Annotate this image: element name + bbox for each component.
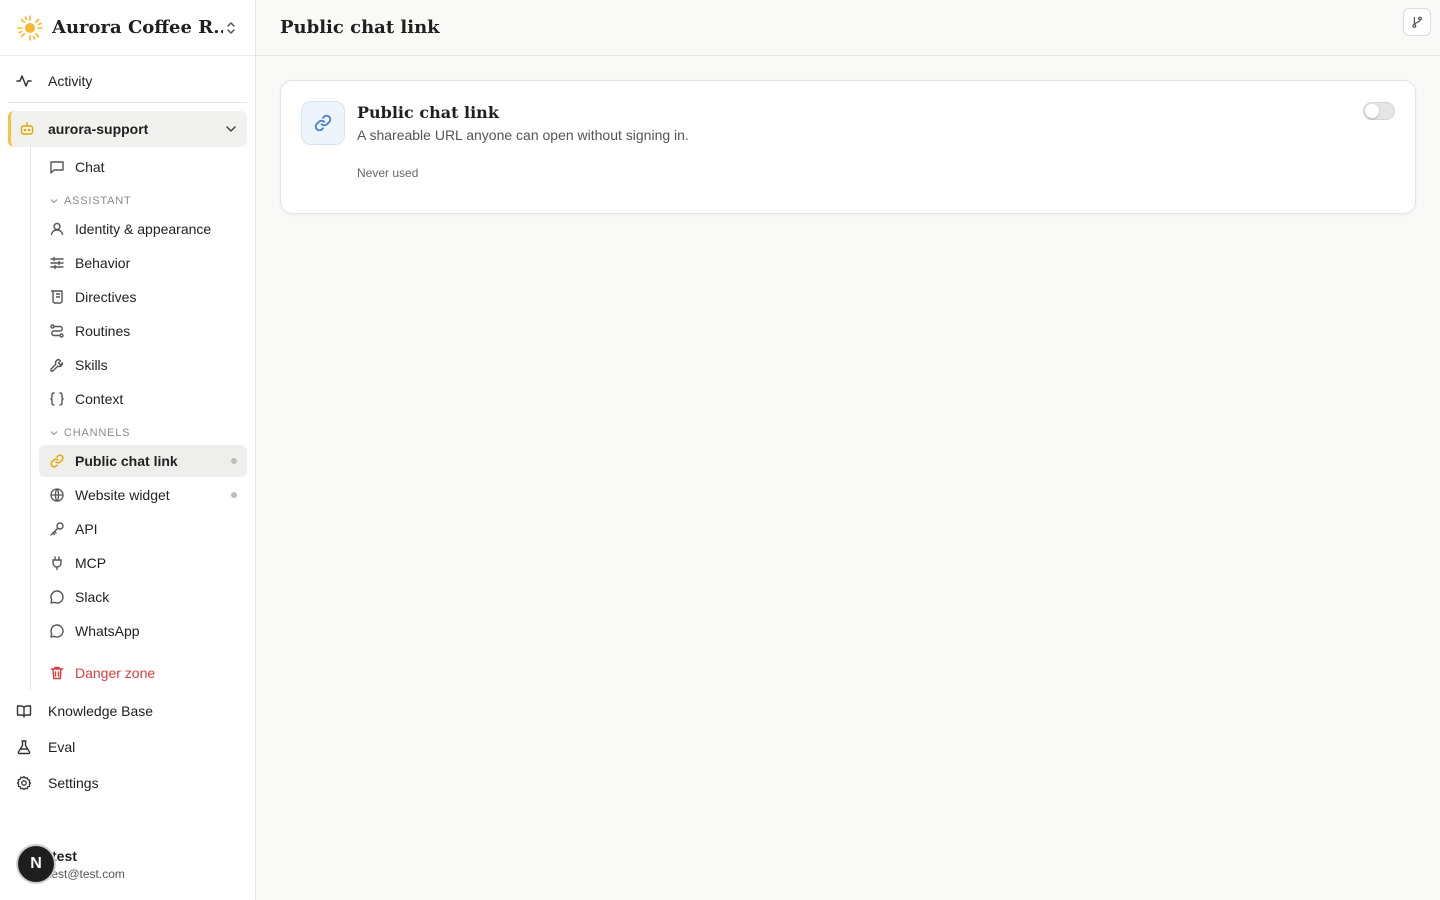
nav-routines-label: Routines [75, 323, 131, 339]
flask-icon [16, 739, 32, 755]
message-circle-icon [49, 623, 65, 639]
toggle-knob [1365, 104, 1379, 118]
git-branch-button[interactable] [1403, 8, 1431, 36]
nav-eval-label: Eval [48, 739, 76, 755]
chevron-down-icon [49, 196, 59, 206]
braces-icon [49, 391, 65, 407]
link-icon [49, 453, 65, 469]
trash-icon [49, 665, 65, 681]
globe-icon [49, 487, 65, 503]
status-dot [231, 458, 237, 464]
chevron-down-icon [49, 428, 59, 438]
usage-status: Never used [357, 166, 419, 180]
user-icon [49, 221, 65, 237]
nav-public-chat-link[interactable]: Public chat link [39, 445, 247, 477]
nav-mcp-label: MCP [75, 555, 107, 571]
nav-context[interactable]: Context [39, 383, 247, 415]
nav-skills-label: Skills [75, 357, 108, 373]
nav-api-label: API [75, 521, 98, 537]
nav-knowledge-base-label: Knowledge Base [48, 703, 154, 719]
nav-directives-label: Directives [75, 289, 137, 305]
status-dot [231, 492, 237, 498]
project-name: aurora-support [48, 121, 149, 137]
activity-icon [16, 73, 32, 89]
git-branch-icon [1410, 15, 1424, 29]
chevron-down-icon[interactable] [223, 121, 239, 137]
nav-settings-label: Settings [48, 775, 99, 791]
link-icon [301, 101, 345, 145]
nav-identity-appearance[interactable]: Identity & appearance [39, 213, 247, 245]
section-assistant-label: ASSISTANT [64, 195, 132, 207]
scroll-icon [49, 289, 65, 305]
key-icon [49, 521, 65, 537]
section-assistant[interactable]: ASSISTANT [39, 189, 247, 213]
user-info: test test@test.com [48, 848, 125, 881]
user-profile[interactable]: N test test@test.com [16, 844, 125, 884]
nav-skills[interactable]: Skills [39, 349, 247, 381]
nav-routines[interactable]: Routines [39, 315, 247, 347]
card-description: A shareable URL anyone can open without … [357, 127, 689, 143]
nav-public-chat-link-label: Public chat link [75, 453, 178, 469]
org-name: Aurora Coffee R... [52, 17, 223, 38]
page-title: Public chat link [280, 17, 440, 38]
route-icon [49, 323, 65, 339]
project-subtree: Chat ASSISTANT Identity & appearance Beh… [30, 147, 247, 689]
nav-api[interactable]: API [39, 513, 247, 545]
user-name: test [52, 847, 77, 864]
card-title: Public chat link [357, 103, 499, 122]
public-chat-link-card: Public chat link A shareable URL anyone … [280, 80, 1416, 214]
nav-mcp[interactable]: MCP [39, 547, 247, 579]
nav-settings[interactable]: Settings [8, 765, 247, 801]
main-header: Public chat link [256, 0, 1440, 56]
bot-icon [19, 121, 35, 137]
nav-danger-zone-label: Danger zone [75, 665, 156, 681]
nav-behavior-label: Behavior [75, 255, 131, 271]
nav-whatsapp-label: WhatsApp [75, 623, 140, 639]
sun-icon [16, 14, 44, 42]
nav-context-label: Context [75, 391, 124, 407]
nav-activity-label: Activity [48, 73, 93, 89]
nav-whatsapp[interactable]: WhatsApp [39, 615, 247, 647]
book-open-icon [16, 703, 32, 719]
nav-behavior[interactable]: Behavior [39, 247, 247, 279]
message-square-icon [49, 159, 65, 175]
chevron-up-down-icon[interactable] [223, 20, 239, 36]
project-aurora-support[interactable]: aurora-support [8, 111, 247, 147]
nav-activity[interactable]: Activity [8, 64, 247, 98]
divider [8, 102, 247, 103]
gear-icon [16, 775, 32, 791]
org-switcher[interactable]: Aurora Coffee R... [0, 0, 255, 56]
message-circle-icon [49, 589, 65, 605]
sliders-icon [49, 255, 65, 271]
nav-slack-label: Slack [75, 589, 110, 605]
sidebar: Aurora Coffee R... Activity aurora-suppo… [0, 0, 256, 900]
wrench-icon [49, 357, 65, 373]
enable-toggle[interactable] [1363, 102, 1395, 120]
section-channels[interactable]: CHANNELS [39, 421, 247, 445]
nav-chat[interactable]: Chat [39, 151, 247, 183]
nav-danger-zone[interactable]: Danger zone [39, 657, 247, 689]
nav-website-widget[interactable]: Website widget [39, 479, 247, 511]
nav-identity-label: Identity & appearance [75, 221, 212, 237]
user-email: test@test.com [48, 866, 125, 881]
nav-website-widget-label: Website widget [75, 487, 170, 503]
nav-eval[interactable]: Eval [8, 729, 247, 765]
plug-icon [49, 555, 65, 571]
nav-knowledge-base[interactable]: Knowledge Base [8, 693, 247, 729]
nav-directives[interactable]: Directives [39, 281, 247, 313]
nav-slack[interactable]: Slack [39, 581, 247, 613]
section-channels-label: CHANNELS [64, 427, 131, 439]
nav-chat-label: Chat [75, 159, 105, 175]
avatar[interactable]: N [16, 844, 56, 884]
